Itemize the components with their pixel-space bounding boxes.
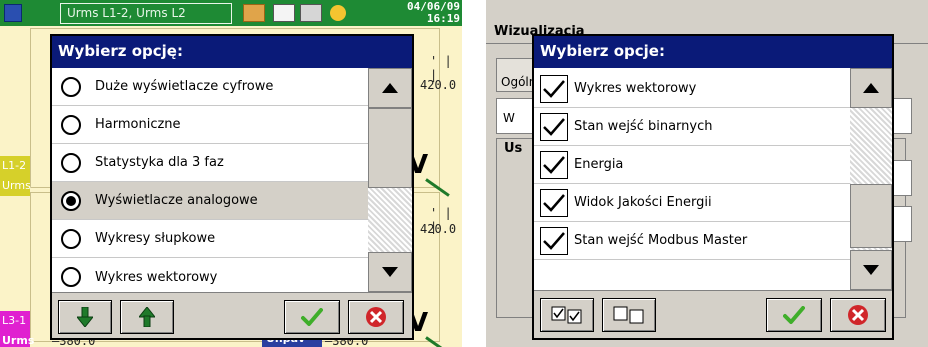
checkmark-icon — [783, 306, 805, 324]
check-mark-icon — [543, 193, 565, 212]
alarm-icon[interactable] — [330, 5, 346, 21]
option-label: Widok Jakości Energii — [574, 195, 712, 210]
triangle-up-icon — [382, 83, 398, 93]
arrow-down-icon — [77, 307, 93, 327]
right-device-screen: Wizualizacja Ogólne W Us Wybierz opcje: … — [486, 0, 928, 347]
option-label: Stan wejść binarnych — [574, 119, 713, 134]
gauge-ticks-lower: ' | | — [430, 206, 452, 234]
move-down-button[interactable] — [58, 300, 112, 334]
checkbox-checked[interactable] — [540, 150, 568, 179]
phase-unit-l12: Urms — [0, 176, 31, 196]
text-field[interactable]: W — [496, 98, 536, 134]
checkbox-item[interactable]: Widok Jakości Energii — [534, 184, 850, 222]
option-list: Duże wyświetlacze cyfrowe Harmoniczne St… — [52, 68, 368, 292]
checkmark-icon — [301, 308, 323, 326]
scroll-up-button[interactable] — [368, 68, 412, 108]
window-icon[interactable] — [273, 4, 295, 22]
select-all-button[interactable] — [540, 298, 594, 332]
gauge-ticks-upper: ' | | — [430, 54, 452, 82]
move-up-button[interactable] — [120, 300, 174, 334]
scroll-thumb[interactable] — [850, 184, 892, 248]
select-all-icon — [551, 306, 582, 324]
dialog-footer — [534, 290, 892, 338]
option-item[interactable]: Harmoniczne — [52, 106, 368, 144]
cancel-button[interactable] — [348, 300, 404, 334]
checkbox-item[interactable]: Stan wejść binarnych — [534, 108, 850, 146]
datetime-display: 04/06/09 16:19 — [392, 1, 460, 25]
cancel-icon — [848, 305, 868, 325]
time-text: 16:19 — [426, 12, 460, 25]
checkbox-item[interactable]: Wykres wektorowy — [534, 70, 850, 108]
dialog-title: Wybierz opcję: — [52, 36, 412, 68]
folder-icon[interactable] — [243, 4, 265, 22]
option-label: Wykresy słupkowe — [95, 231, 216, 246]
option-label: Wykres wektorowy — [574, 81, 697, 96]
option-label: Statystyka dla 3 faz — [95, 155, 224, 170]
arrow-up-icon — [139, 307, 155, 327]
radio-button[interactable] — [61, 152, 81, 173]
radio-button-selected[interactable] — [61, 190, 81, 211]
group-label: Us — [504, 141, 523, 156]
dialog-title: Wybierz opcje: — [534, 36, 892, 68]
left-device-screen: Urms L1-2, Urms L2 04/06/09 16:19 420.0 … — [0, 0, 462, 347]
app-logo-icon[interactable] — [4, 4, 22, 22]
option-label: Wykres wektorowy — [95, 269, 218, 285]
option-label: Harmoniczne — [95, 117, 181, 132]
checkbox-item[interactable]: Energia — [534, 146, 850, 184]
scroll-thumb[interactable] — [368, 108, 412, 188]
option-label: Energia — [574, 157, 624, 172]
option-item[interactable]: Statystyka dla 3 faz — [52, 144, 368, 182]
check-mark-icon — [543, 117, 565, 136]
phase-label-l31: L3-1 — [0, 311, 30, 331]
status-bar: Urms L1-2, Urms L2 04/06/09 16:19 — [0, 0, 462, 26]
triangle-down-icon — [863, 265, 879, 275]
option-label: Duże wyświetlacze cyfrowe — [95, 79, 274, 94]
option-item[interactable]: Duże wyświetlacze cyfrowe — [52, 68, 368, 106]
select-option-dialog: Wybierz opcję: Duże wyświetlacze cyfrowe… — [50, 34, 414, 340]
radio-button[interactable] — [61, 228, 81, 249]
option-label: Wyświetlacze analogowe — [95, 193, 258, 208]
phase-unit-l31: Urms — [0, 331, 34, 347]
option-item[interactable]: Wykresy słupkowe — [52, 220, 368, 258]
checkbox-checked[interactable] — [540, 226, 568, 255]
cancel-button[interactable] — [830, 298, 886, 332]
view-tab[interactable]: Urms L1-2, Urms L2 — [60, 3, 232, 24]
tab-general[interactable]: Ogólne — [496, 58, 544, 92]
checkbox-checked[interactable] — [540, 112, 568, 141]
deselect-all-button[interactable] — [602, 298, 656, 332]
cancel-icon — [366, 307, 386, 327]
scroll-down-button[interactable] — [368, 252, 412, 292]
check-mark-icon — [543, 79, 565, 98]
checkbox-checked[interactable] — [540, 74, 568, 103]
scroll-down-button[interactable] — [850, 250, 892, 290]
checkbox-list: Wykres wektorowy Stan wejść binarnych En… — [534, 68, 850, 290]
radio-button[interactable] — [61, 114, 81, 135]
window-split-icon[interactable] — [300, 4, 322, 22]
ok-button[interactable] — [766, 298, 822, 332]
scroll-up-button[interactable] — [850, 68, 892, 108]
checkbox-checked[interactable] — [540, 188, 568, 217]
check-mark-icon — [543, 155, 565, 174]
phase-label-l12: L1-2 — [0, 156, 30, 176]
radio-button[interactable] — [61, 267, 81, 287]
select-options-dialog: Wybierz opcje: Wykres wektorowy Stan wej… — [532, 34, 894, 340]
option-item-selected[interactable]: Wyświetlacze analogowe — [52, 182, 368, 220]
option-label: Stan wejść Modbus Master — [574, 233, 748, 248]
dialog-footer — [52, 292, 412, 338]
radio-button[interactable] — [61, 76, 81, 97]
triangle-down-icon — [382, 267, 398, 277]
ok-button[interactable] — [284, 300, 340, 334]
deselect-all-icon — [613, 306, 644, 324]
option-item[interactable]: Wykres wektorowy — [52, 258, 368, 292]
check-mark-icon — [543, 231, 565, 250]
triangle-up-icon — [863, 83, 879, 93]
checkbox-item[interactable]: Stan wejść Modbus Master — [534, 222, 850, 260]
